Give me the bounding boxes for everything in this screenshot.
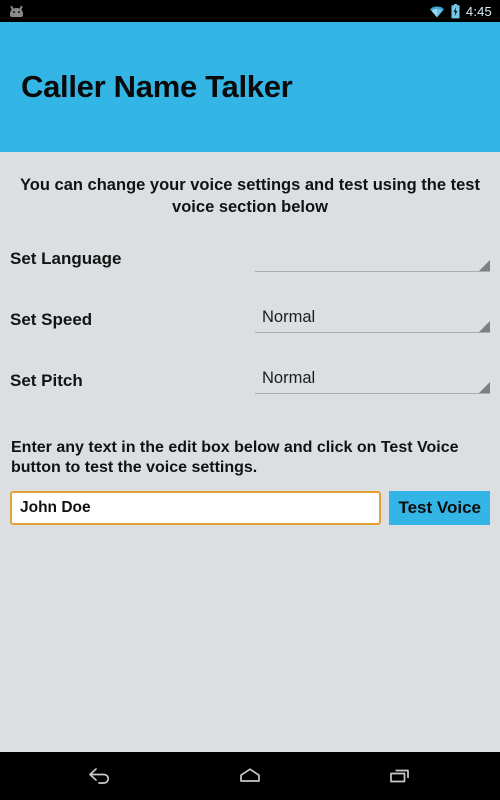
setting-label-pitch: Set Pitch <box>10 370 83 390</box>
battery-charging-icon <box>451 3 460 19</box>
setting-row-speed: Set Speed Normal <box>10 302 490 363</box>
spinner-underline <box>255 331 490 333</box>
home-button[interactable] <box>228 754 272 798</box>
status-bar: 4:45 <box>0 0 500 22</box>
language-spinner[interactable] <box>255 241 490 281</box>
spinner-underline <box>255 270 490 272</box>
pitch-spinner[interactable]: Normal <box>255 363 490 403</box>
android-navigation-bar <box>0 752 500 800</box>
chevron-down-icon <box>479 381 490 393</box>
recent-apps-button[interactable] <box>378 754 422 798</box>
speed-spinner[interactable]: Normal <box>255 302 490 342</box>
recent-apps-icon <box>387 766 413 786</box>
setting-row-language: Set Language <box>10 241 490 302</box>
android-robot-icon <box>8 5 25 18</box>
pitch-spinner-value: Normal <box>262 368 316 387</box>
test-voice-button[interactable]: Test Voice <box>389 491 490 526</box>
status-bar-system-icons: 4:45 <box>429 3 492 19</box>
language-spinner-value <box>255 245 490 267</box>
intro-text: You can change your voice settings and t… <box>20 176 480 217</box>
app-title: Caller Name Talker <box>21 69 293 104</box>
back-arrow-icon <box>87 766 113 786</box>
status-bar-notifications <box>8 5 429 18</box>
spinner-underline <box>255 392 490 394</box>
main-content: You can change your voice settings and t… <box>0 152 500 752</box>
wifi-icon <box>429 5 445 18</box>
settings-list: Set Language Set Speed Normal Set Pitch … <box>10 241 490 424</box>
status-bar-clock: 4:45 <box>465 3 492 19</box>
setting-label-language: Set Language <box>10 248 122 268</box>
setting-label-speed: Set Speed <box>10 309 93 329</box>
test-voice-row: Test Voice <box>10 491 490 526</box>
speed-spinner-value: Normal <box>262 307 316 326</box>
test-text-input[interactable] <box>10 491 382 526</box>
setting-row-pitch: Set Pitch Normal <box>10 363 490 424</box>
chevron-down-icon <box>479 320 490 332</box>
chevron-down-icon <box>479 259 490 271</box>
test-voice-description: Enter any text in the edit box below and… <box>11 438 459 477</box>
app-header: Caller Name Talker <box>0 22 500 152</box>
back-button[interactable] <box>78 754 122 798</box>
home-icon <box>237 766 263 786</box>
